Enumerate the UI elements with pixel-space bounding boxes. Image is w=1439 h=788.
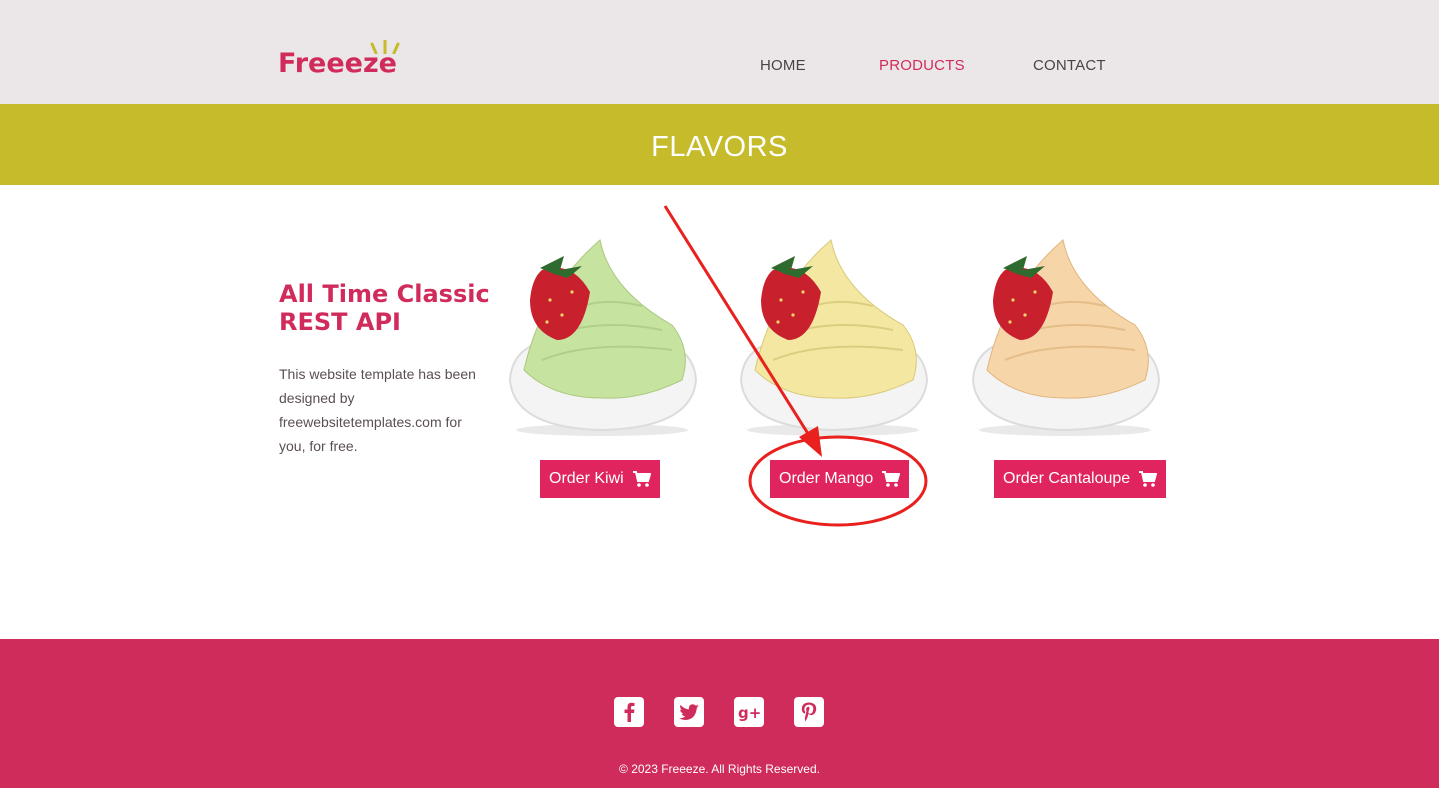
- intro-heading-line2: REST API: [279, 308, 401, 336]
- order-kiwi-label: Order Kiwi: [549, 470, 624, 487]
- order-mango-label: Order Mango: [779, 470, 874, 487]
- order-kiwi-button[interactable]: Order Kiwi: [540, 460, 660, 498]
- copyright-text: © 2023 Freeeze. All Rights Reserved.: [619, 762, 820, 776]
- cart-icon: [1139, 471, 1158, 487]
- site-header: Freeeze HOME PRODUCTS CONTACT: [0, 0, 1439, 104]
- nav-products[interactable]: PRODUCTS: [879, 57, 965, 74]
- nav-contact[interactable]: CONTACT: [1033, 57, 1106, 74]
- cart-icon: [882, 471, 901, 487]
- intro-heading: All Time Classic REST API: [279, 280, 499, 336]
- order-mango-button[interactable]: Order Mango: [770, 460, 910, 498]
- google-plus-icon[interactable]: g+: [734, 697, 764, 727]
- page-title: FLAVORS: [651, 131, 788, 163]
- svg-text:g+: g+: [738, 704, 760, 721]
- page-banner: FLAVORS: [0, 104, 1439, 185]
- kiwi-dessert-image: [508, 239, 698, 436]
- order-cantaloupe-label: Order Cantaloupe: [1003, 470, 1131, 487]
- logo-text: Freeeze: [278, 48, 397, 79]
- nav-home[interactable]: HOME: [760, 57, 806, 74]
- order-cantaloupe-button[interactable]: Order Cantaloupe: [994, 460, 1167, 498]
- pinterest-icon[interactable]: [794, 697, 824, 727]
- intro-heading-line1: All Time Classic: [279, 280, 490, 308]
- cart-icon: [632, 471, 651, 487]
- site-footer: g+ © 2023 Freeeze. All Rights Reserved.: [0, 639, 1439, 788]
- facebook-icon[interactable]: [614, 697, 644, 727]
- cantaloupe-dessert-image: [971, 239, 1161, 436]
- twitter-icon[interactable]: [674, 697, 704, 727]
- mango-dessert-image: [739, 239, 929, 436]
- intro-text: This website template has been designed …: [279, 366, 476, 454]
